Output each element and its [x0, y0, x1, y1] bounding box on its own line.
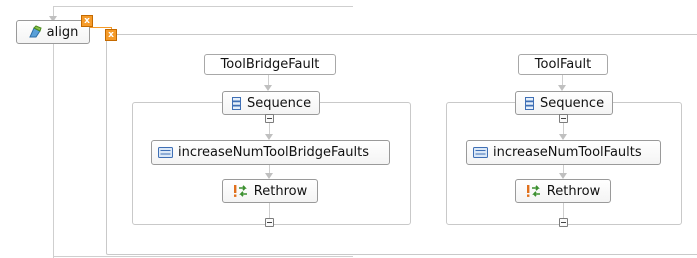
top-border-line	[53, 6, 353, 7]
connector	[269, 203, 270, 218]
assign-label: increaseNumToolFaults	[493, 145, 642, 160]
sequence-icon	[524, 96, 535, 110]
collapse-toggle-icon[interactable]	[265, 114, 274, 123]
fault-name-label: ToolBridgeFault	[220, 57, 320, 72]
catch-fault-node[interactable]: ToolBridgeFault	[204, 54, 336, 75]
sequence-node[interactable]: Sequence	[222, 91, 320, 115]
fault-handler-marker-icon[interactable]: x	[81, 15, 93, 27]
sequence-label: Sequence	[246, 95, 312, 111]
assign-node[interactable]: increaseNumToolFaults	[466, 140, 661, 165]
scope-icon	[28, 25, 42, 39]
fault-link-horizontal	[90, 27, 112, 28]
sequence-node[interactable]: Sequence	[515, 91, 613, 115]
bottom-border-line	[53, 256, 353, 257]
assign-icon	[473, 147, 488, 158]
sequence-icon	[231, 96, 242, 110]
scope-align-node[interactable]: align	[16, 20, 90, 44]
assign-label: increaseNumToolBridgeFaults	[178, 145, 370, 160]
rethrow-node[interactable]: Rethrow	[222, 179, 318, 203]
rethrow-icon	[526, 184, 542, 198]
collapse-toggle-icon[interactable]	[559, 114, 568, 123]
rethrow-node[interactable]: Rethrow	[515, 179, 611, 203]
rethrow-icon	[233, 184, 249, 198]
assign-icon	[158, 147, 173, 158]
connector	[563, 203, 564, 218]
scope-left-line	[53, 43, 54, 258]
rethrow-label: Rethrow	[546, 183, 601, 199]
fault-name-label: ToolFault	[534, 57, 592, 72]
assign-node[interactable]: increaseNumToolBridgeFaults	[151, 140, 390, 165]
collapse-toggle-icon[interactable]	[559, 218, 568, 227]
rethrow-label: Rethrow	[253, 183, 308, 199]
collapse-toggle-icon[interactable]	[265, 218, 274, 227]
fault-handlers-marker-icon[interactable]: x	[105, 29, 117, 41]
catch-fault-node[interactable]: ToolFault	[518, 54, 608, 75]
sequence-label: Sequence	[539, 95, 605, 111]
scope-label: align	[46, 24, 79, 40]
